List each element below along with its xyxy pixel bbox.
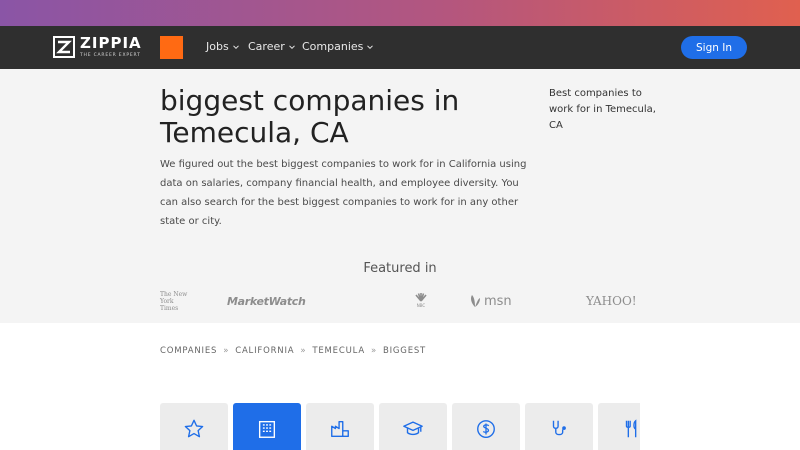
- brand-orange-square: [160, 36, 183, 59]
- chevron-down-icon: [288, 44, 295, 49]
- top-gradient-bar: [0, 0, 800, 26]
- chevron-down-icon: [367, 44, 374, 49]
- nav-companies[interactable]: Companies: [302, 40, 374, 53]
- sign-in-button[interactable]: Sign In: [681, 36, 747, 59]
- yahoo-logo: YAHOO!: [586, 294, 637, 308]
- nav-jobs[interactable]: Jobs: [206, 40, 239, 53]
- page-title: biggest companies in Temecula, CA: [160, 84, 460, 149]
- stethoscope-icon: [552, 420, 566, 436]
- category-restaurants[interactable]: [598, 403, 640, 450]
- zippia-logo[interactable]: ZIPPIA THE CAREER EXPERT: [53, 36, 142, 60]
- breadcrumb-companies[interactable]: COMPANIES: [160, 346, 217, 356]
- category-manufacturing[interactable]: [306, 403, 374, 450]
- nav-career-label: Career: [248, 40, 285, 53]
- featured-in-heading: Featured in: [363, 261, 437, 276]
- nbc-peacock-icon: NBC: [415, 293, 427, 308]
- fork-knife-icon: [625, 419, 637, 438]
- side-note: Best companies to work for in Temecula, …: [549, 88, 656, 131]
- building-icon: [258, 420, 276, 438]
- breadcrumb-california[interactable]: CALIFORNIA: [235, 346, 294, 356]
- hero-section: biggest companies in Temecula, CA We fig…: [0, 69, 800, 323]
- nav-companies-label: Companies: [302, 40, 364, 53]
- category-tiles: [160, 403, 640, 450]
- nbc-label: NBC: [417, 303, 426, 308]
- category-education[interactable]: [379, 403, 447, 450]
- graduation-cap-icon: [403, 421, 423, 436]
- marketwatch-logo: MarketWatch: [227, 295, 306, 308]
- navbar: ZIPPIA THE CAREER EXPERT Jobs Career Com…: [0, 26, 800, 69]
- msn-label: msn: [484, 293, 512, 309]
- category-best[interactable]: [160, 403, 228, 450]
- nbc-logo: NBC: [413, 292, 429, 312]
- category-finance[interactable]: [452, 403, 520, 450]
- breadcrumb-separator: »: [223, 346, 230, 356]
- msn-logo: msn: [469, 293, 512, 309]
- logo-name: ZIPPIA: [80, 34, 142, 52]
- nav-career[interactable]: Career: [248, 40, 295, 53]
- breadcrumb: COMPANIES » CALIFORNIA » TEMECULA » BIGG…: [160, 346, 426, 356]
- category-healthcare[interactable]: [525, 403, 593, 450]
- breadcrumb-separator: »: [300, 346, 307, 356]
- dollar-icon: [477, 420, 495, 438]
- star-icon: [184, 419, 204, 438]
- page-description: We figured out the best biggest companie…: [160, 159, 527, 227]
- nav-jobs-label: Jobs: [206, 40, 229, 53]
- breadcrumb-biggest: BIGGEST: [382, 346, 427, 356]
- breadcrumb-temecula[interactable]: TEMECULA: [312, 346, 365, 356]
- chevron-down-icon: [232, 44, 239, 49]
- factory-icon: [331, 420, 349, 438]
- logo-mark-icon: [53, 36, 75, 58]
- nyt-logo: The New York Times: [160, 291, 188, 312]
- logo-tagline: THE CAREER EXPERT: [80, 53, 141, 58]
- breadcrumb-separator: »: [370, 346, 377, 356]
- msn-butterfly-icon: [471, 295, 480, 307]
- category-biggest[interactable]: [233, 403, 301, 450]
